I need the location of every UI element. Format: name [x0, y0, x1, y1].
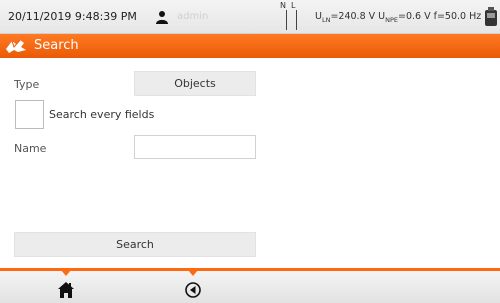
phase-indicator: N L	[280, 0, 304, 34]
user-icon	[156, 11, 168, 24]
back-notch	[188, 270, 198, 276]
status-bar: 20/11/2019 9:48:39 PM admin N L ULN=240.…	[0, 0, 500, 34]
datetime: 20/11/2019 9:48:39 PM	[8, 10, 137, 23]
type-label: Type	[14, 78, 40, 91]
name-label: Name	[14, 142, 47, 155]
back-icon[interactable]	[185, 282, 201, 298]
title-bar: Search	[0, 34, 500, 58]
search-every-fields-checkbox[interactable]	[15, 100, 44, 129]
voltage-readout: ULN=240.8 V UNPE=0.6 V f=50.0 Hz	[315, 11, 482, 24]
name-input[interactable]	[134, 135, 256, 159]
user-name: admin	[177, 11, 209, 22]
device-icon	[485, 7, 497, 26]
page-title: Search	[34, 38, 79, 53]
type-select-button[interactable]: Objects	[134, 71, 256, 96]
search-every-fields-label: Search every fields	[49, 108, 155, 121]
search-button[interactable]: Search	[14, 232, 256, 257]
home-notch	[61, 270, 71, 276]
phase-l-label: L	[291, 1, 296, 10]
bottom-nav-bar	[0, 268, 500, 303]
phase-l-line	[296, 10, 297, 30]
search-wing-icon	[6, 39, 26, 53]
phase-n-label: N	[280, 1, 286, 10]
phase-n-line	[286, 10, 287, 30]
home-icon[interactable]	[57, 281, 75, 299]
